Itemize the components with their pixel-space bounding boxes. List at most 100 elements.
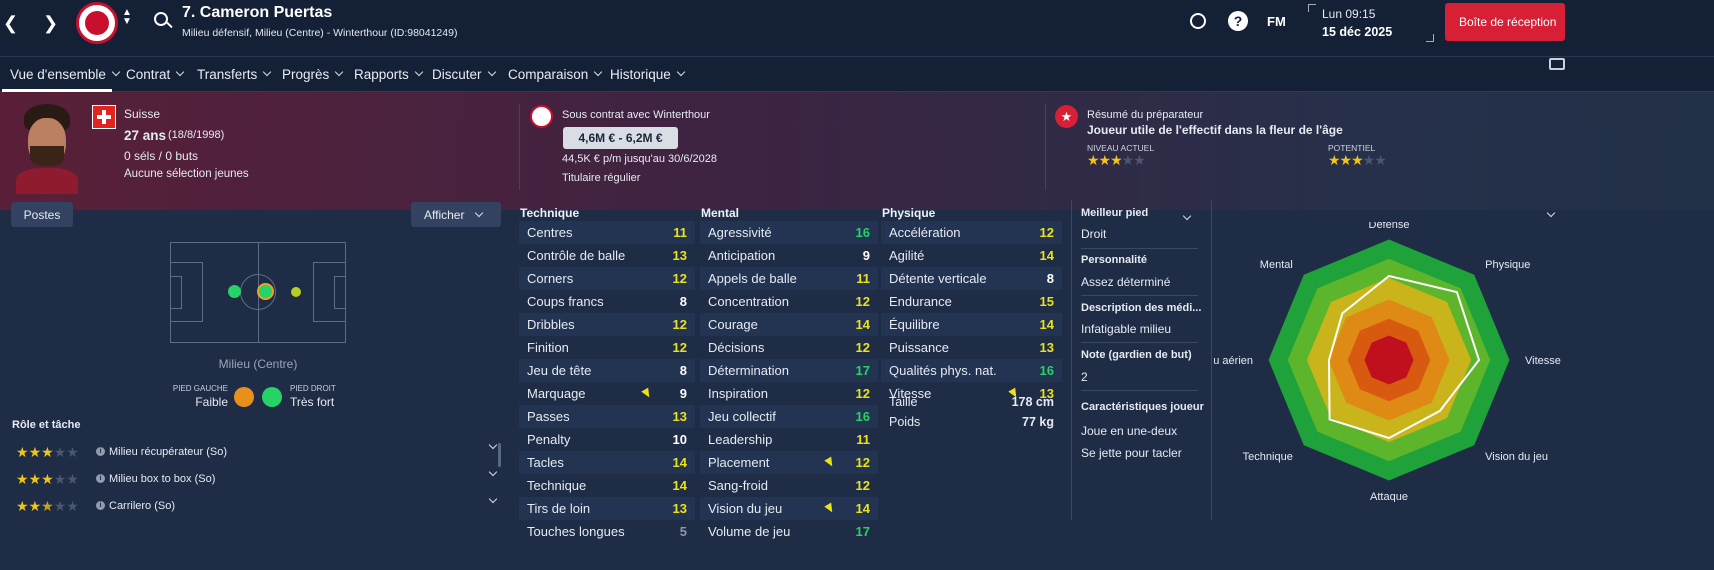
show-dropdown[interactable]: Afficher (411, 202, 501, 227)
attribute-row[interactable]: Corners 12 (519, 267, 695, 290)
fm-logo[interactable]: FM (1267, 14, 1286, 29)
inbox-button[interactable]: Boîte de réception (1445, 3, 1565, 41)
attribute-row[interactable]: Tirs de loin 13 (519, 497, 695, 520)
attribute-name: Appels de balle (708, 271, 797, 286)
role-name[interactable]: Carrilero (So) (109, 500, 175, 512)
right-foot-icon (262, 387, 282, 407)
nav-tab-1[interactable]: Contrat (126, 62, 185, 86)
attribute-row[interactable]: Agressivité 16 (700, 221, 878, 244)
info-icon[interactable]: i (96, 501, 105, 510)
current-date[interactable]: 15 déc 2025 (1322, 25, 1392, 39)
attribute-row[interactable]: Courage 14 (700, 313, 878, 336)
attribute-row[interactable]: Jeu de tête 8 (519, 359, 695, 382)
attribute-row[interactable]: Contrôle de balle 13 (519, 244, 695, 267)
role-name[interactable]: Milieu box to box (So) (109, 473, 215, 485)
trait-item: Joue en une-deux (1081, 424, 1178, 438)
attribute-row[interactable]: Qualités phys. nat. 16 (881, 359, 1062, 382)
attribute-value: 12 (1039, 225, 1054, 240)
attribute-row[interactable]: Penalty 10 (519, 428, 695, 451)
attribute-row[interactable]: Leadership 11 (700, 428, 878, 451)
help-icon[interactable]: ? (1228, 11, 1248, 31)
chevron-down-icon (111, 67, 121, 77)
attribute-row[interactable]: Anticipation 9 (700, 244, 878, 267)
attribute-value: 12 (855, 340, 870, 355)
attribute-row[interactable]: Coups francs 8 (519, 290, 695, 313)
attribute-row[interactable]: Dribbles 12 (519, 313, 695, 336)
attribute-row[interactable]: Concentration 12 (700, 290, 878, 313)
nav-tab-2[interactable]: Transferts (197, 62, 272, 86)
nav-tab-5[interactable]: Discuter (432, 62, 496, 86)
attribute-name: Équilibre (889, 317, 940, 332)
attribute-value: 14 (1039, 248, 1054, 263)
attribute-name: Courage (708, 317, 758, 332)
attribute-row[interactable]: Puissance 13 (881, 336, 1062, 359)
forward-icon[interactable]: ❯ (43, 13, 58, 34)
attribute-name: Accélération (889, 225, 961, 240)
nationality: Suisse (124, 107, 161, 121)
value-badge[interactable]: 4,6M € - 6,2M € (563, 127, 678, 149)
attribute-name: Vision du jeu (708, 501, 783, 516)
attribute-name: Détente verticale (889, 271, 987, 286)
positions-button[interactable]: Postes (11, 202, 73, 227)
attribute-row[interactable]: Sang-froid 12 (700, 474, 878, 497)
attribute-row[interactable]: Centres 11 (519, 221, 695, 244)
attribute-row[interactable]: Finition 12 (519, 336, 695, 359)
divider (1045, 104, 1046, 190)
attribute-name: Sang-froid (708, 478, 768, 493)
info-icon[interactable]: i (96, 447, 105, 456)
attribute-row[interactable]: Technique 14 (519, 474, 695, 497)
attribute-row[interactable]: Inspiration 12 (700, 382, 878, 405)
attribute-row[interactable]: Agilité 14 (881, 244, 1062, 267)
chevron-down-icon (414, 67, 424, 77)
role-name[interactable]: Milieu récupérateur (So) (109, 446, 227, 458)
attribute-row[interactable]: Jeu collectif 16 (700, 405, 878, 428)
radar-label: Technique (1243, 451, 1293, 463)
right-foot-value: Très fort (290, 395, 335, 409)
nav-tab-0[interactable]: Vue d'ensemble (10, 62, 121, 86)
attribute-row[interactable]: Endurance 15 (881, 290, 1062, 313)
attribute-row[interactable]: Appels de balle 11 (700, 267, 878, 290)
role-stars: ★★★★★ (16, 498, 79, 514)
attribute-value: 16 (1039, 363, 1054, 378)
attribute-row[interactable]: Détermination 17 (700, 359, 878, 382)
nav-tab-3[interactable]: Progrès (282, 62, 344, 86)
attribute-row[interactable]: Marquage 9 (519, 382, 695, 405)
chevron-down-icon (263, 67, 272, 77)
attribute-value: 13 (672, 248, 687, 263)
radar-ring (1364, 335, 1414, 385)
attribute-value: 16 (855, 409, 870, 424)
attribute-value: 12 (855, 478, 870, 493)
roles-scrollbar[interactable] (498, 443, 501, 467)
attribute-value: 17 (855, 524, 870, 539)
nav-tab-label: Rapports (354, 66, 409, 82)
attribute-row[interactable]: Tacles 14 (519, 451, 695, 474)
attribute-row[interactable]: Volume de jeu 17 (700, 520, 878, 543)
nav-tab-4[interactable]: Rapports (354, 62, 424, 86)
attribute-row[interactable]: Détente verticale 8 (881, 267, 1062, 290)
attribute-row[interactable]: Équilibre 14 (881, 313, 1062, 336)
media-value: Infatigable milieu (1081, 322, 1172, 336)
attribute-row[interactable]: Passes 13 (519, 405, 695, 428)
current-time[interactable]: Lun 09:15 (1322, 7, 1375, 21)
squad-status: Titulaire régulier (562, 172, 641, 184)
nav-tab-label: Progrès (282, 66, 330, 82)
back-icon[interactable]: ❮ (3, 13, 18, 34)
globe-icon[interactable] (1190, 13, 1206, 29)
attribute-row[interactable]: Placement 12 (700, 451, 878, 474)
attribute-row[interactable]: Vision du jeu 14 (700, 497, 878, 520)
attribute-value: 12 (855, 294, 870, 309)
attribute-name: Endurance (889, 294, 952, 309)
attribute-value: 12 (855, 386, 870, 401)
nav-tab-6[interactable]: Comparaison (508, 62, 603, 86)
attribute-row[interactable]: Accélération 12 (881, 221, 1062, 244)
radar-label: Jeu aérien (1214, 355, 1253, 367)
nav-tab-7[interactable]: Historique (610, 62, 686, 86)
screen-icon[interactable] (1549, 58, 1565, 70)
attribute-name: Centres (527, 225, 573, 240)
attribute-row[interactable]: Touches longues 5 (519, 520, 695, 543)
player-switch-icon[interactable]: ▲ ▼ (122, 8, 132, 27)
player-photo (14, 98, 80, 194)
info-icon[interactable]: i (96, 474, 105, 483)
attribute-row[interactable]: Décisions 12 (700, 336, 878, 359)
search-icon[interactable] (154, 12, 168, 26)
